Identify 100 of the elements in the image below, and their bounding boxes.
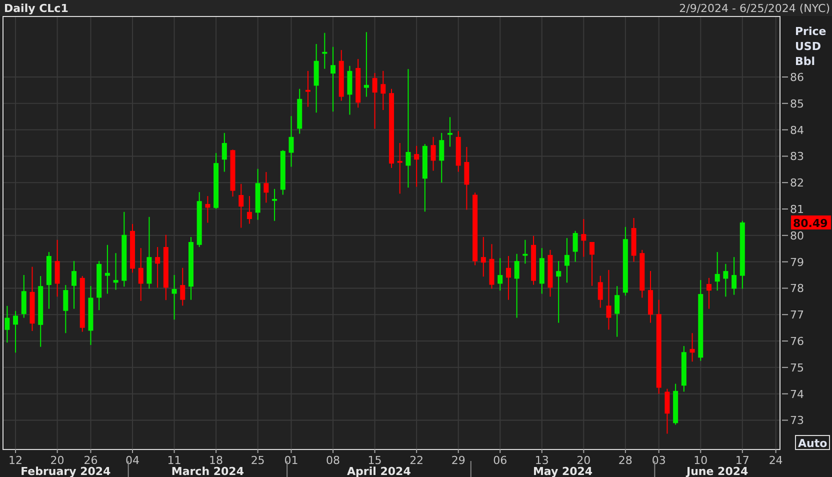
candlestick <box>456 130 461 172</box>
axis-label: 15 <box>368 454 382 467</box>
axis-label: 11 <box>167 454 182 467</box>
axis-label: 13 <box>534 454 549 467</box>
candlestick <box>422 144 428 212</box>
candlestick <box>522 239 528 264</box>
month-label: April 2024 <box>347 465 411 477</box>
candlestick <box>564 238 570 284</box>
month-label: March 2024 <box>171 465 244 477</box>
axis-label: 17 <box>735 454 750 467</box>
candlestick <box>590 242 595 286</box>
candlestick <box>30 266 35 332</box>
month-label: February 2024 <box>20 465 111 477</box>
unit-label: Bbl <box>795 55 816 68</box>
candlestick <box>155 246 160 288</box>
candlestick <box>172 274 177 320</box>
candlestick <box>548 249 553 298</box>
price-tag: 80.49 <box>791 215 831 230</box>
candlestick <box>690 332 695 362</box>
candlestick <box>380 70 386 110</box>
candlestick <box>480 236 486 278</box>
candlestick <box>681 346 686 392</box>
candlestick <box>288 116 294 168</box>
candlestick <box>96 260 102 311</box>
candlestick <box>338 50 344 102</box>
candlestick <box>113 252 118 290</box>
candlestick <box>631 217 636 262</box>
candlestick <box>46 252 52 310</box>
candlestick <box>88 286 94 346</box>
candlestick <box>673 383 678 426</box>
axis-label: 83 <box>790 150 804 164</box>
axis-label: 24 <box>768 454 783 467</box>
axis-label: 78 <box>790 282 804 296</box>
candlestick <box>372 72 378 130</box>
candlestick <box>539 248 544 294</box>
axis-label: 81 <box>790 203 804 216</box>
candlestick <box>531 235 536 286</box>
candlestick <box>314 43 319 114</box>
candlestick <box>556 260 562 324</box>
candlestick <box>272 188 278 222</box>
candlestick <box>63 284 68 334</box>
axis-label: 26 <box>84 454 98 467</box>
candlestick <box>347 65 352 116</box>
candlestick <box>364 32 369 98</box>
axis-label: 84 <box>790 124 804 137</box>
candlestick <box>255 168 260 220</box>
chart-title: Daily CLc1 <box>4 2 68 14</box>
candlestick <box>414 145 420 188</box>
candlestick <box>506 256 511 300</box>
axis-label: 10 <box>694 454 708 467</box>
candlestick <box>464 146 470 210</box>
unit-label: USD <box>795 40 821 53</box>
candlestick <box>439 132 444 184</box>
axis-label: 08 <box>326 454 340 467</box>
candlestick <box>622 226 628 296</box>
candlestick <box>430 136 436 172</box>
month-label: June 2024 <box>686 465 748 477</box>
candlestick <box>138 248 144 302</box>
candlestick <box>188 236 194 300</box>
axis-label: 75 <box>790 361 804 374</box>
candlestick <box>38 276 44 348</box>
axis-label: 25 <box>250 454 265 467</box>
axis-label: 18 <box>209 454 224 467</box>
axis-label: 73 <box>790 414 804 428</box>
candlestick <box>732 256 737 296</box>
candlestick <box>514 253 520 318</box>
axis-label: 77 <box>790 308 804 322</box>
candlestick <box>572 230 578 262</box>
candlestick <box>21 274 26 318</box>
candlestick <box>297 88 302 134</box>
candlestick <box>246 196 252 224</box>
candlestick <box>356 58 361 108</box>
candlestick <box>280 150 286 196</box>
axis-label: 28 <box>618 454 632 467</box>
axis-label: 06 <box>493 454 508 467</box>
axis-label: 22 <box>410 454 424 467</box>
candlestick <box>648 270 653 324</box>
axis-label: 29 <box>451 454 466 467</box>
candlestick <box>13 310 18 354</box>
candlestick <box>740 220 745 290</box>
candlestick <box>581 218 586 258</box>
candlestick <box>230 149 236 198</box>
candlestick <box>196 192 202 248</box>
axis-label: 03 <box>652 454 666 467</box>
candlestick <box>180 267 186 306</box>
axis-label: 85 <box>790 97 804 110</box>
candlestick <box>72 260 77 310</box>
candlestick <box>222 132 227 172</box>
candlestick <box>447 116 452 148</box>
candlestick <box>238 183 244 228</box>
axis-label: 74 <box>790 388 804 401</box>
candlestick <box>214 152 219 210</box>
candlestick <box>640 249 645 298</box>
candlestick <box>163 234 168 301</box>
candlestick <box>614 286 620 338</box>
auto-scale-button[interactable]: Auto <box>795 435 830 450</box>
candlestick <box>498 258 503 292</box>
axis-label: 20 <box>576 454 591 467</box>
candlestick <box>598 275 603 308</box>
axis-label: 20 <box>50 454 64 467</box>
